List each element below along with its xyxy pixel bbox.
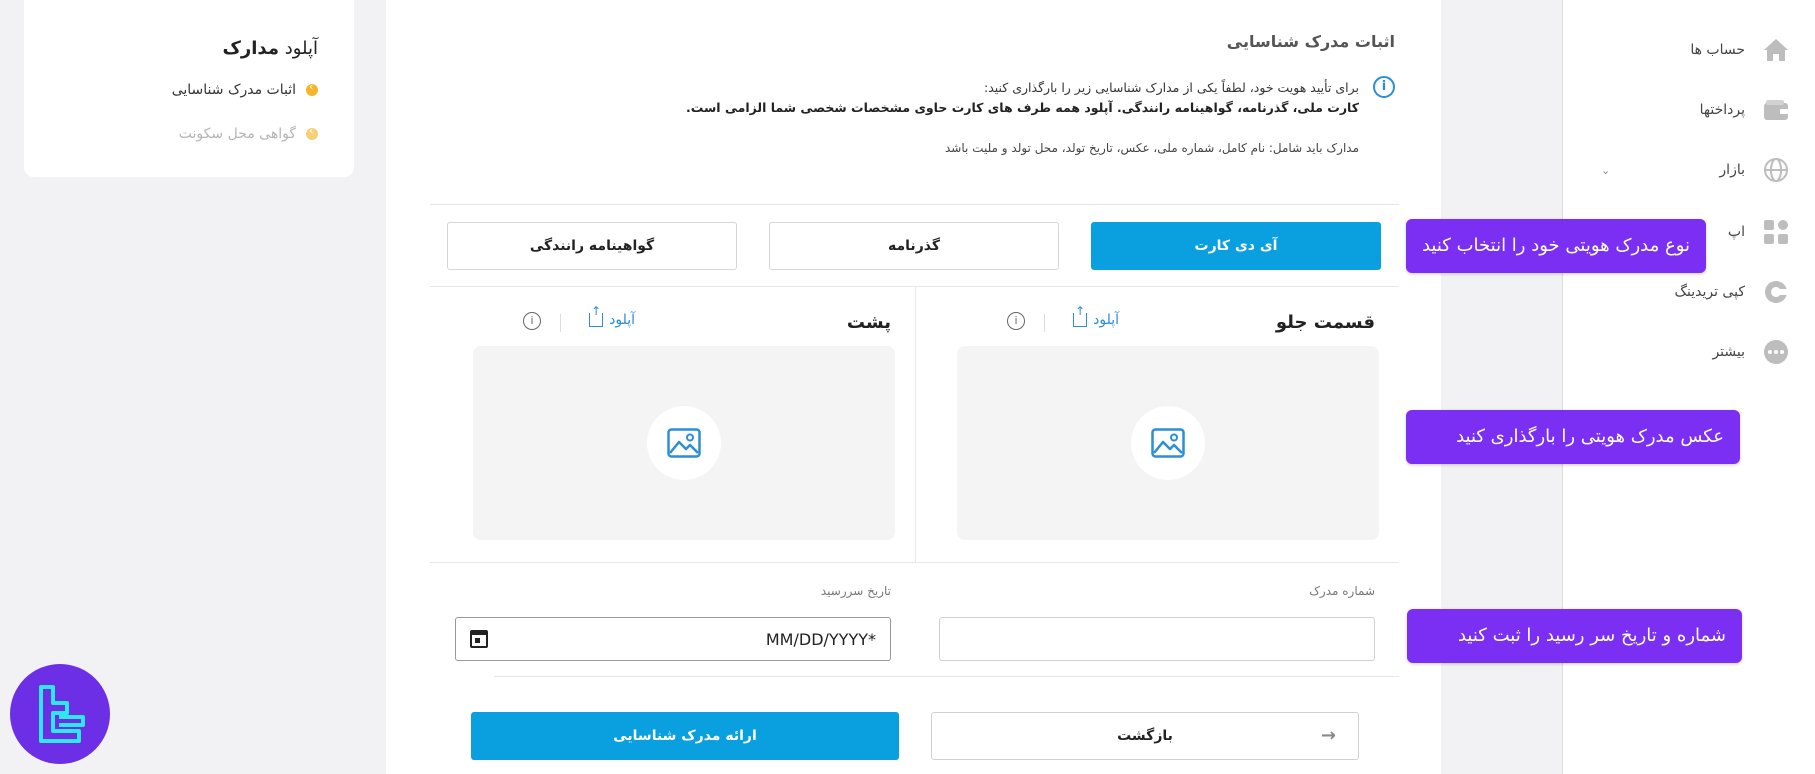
upload-label: آپلود bbox=[609, 312, 635, 328]
identity-proof-panel: اثبات مدرک شناسایی i برای تأیید هویت خود… bbox=[386, 0, 1441, 774]
doc-type-driving-license-button[interactable]: گواهینامه رانندگی bbox=[447, 222, 737, 270]
info-icon: i bbox=[1373, 76, 1395, 98]
info-text: برای تأیید هویت خود، لطفاً یکی از مدارک … bbox=[686, 78, 1359, 158]
image-placeholder bbox=[1131, 406, 1205, 480]
front-upload-link[interactable]: آپلود bbox=[1073, 304, 1119, 328]
step-identity-proof[interactable]: اثبات مدرک شناسایی bbox=[171, 80, 318, 98]
separator bbox=[560, 314, 561, 332]
upload-documents-card: آپلود مدارک اثبات مدرک شناسایی گواهی محل… bbox=[24, 0, 354, 177]
wallet-icon bbox=[1763, 97, 1789, 123]
sidebar-item-label: کپی تریدینگ bbox=[1674, 284, 1745, 300]
sidebar-item-market[interactable]: بازار ⌄ bbox=[1563, 150, 1815, 190]
step-label: گواهی محل سکونت bbox=[178, 126, 296, 142]
step-residence-proof[interactable]: گواهی محل سکونت bbox=[178, 124, 318, 142]
info-line-1: برای تأیید هویت خود، لطفاً یکی از مدارک … bbox=[983, 80, 1359, 95]
annotation-select-doc-type: نوع مدرک هویتی خود را انتخاب کنید bbox=[1406, 219, 1706, 273]
divider bbox=[494, 676, 1399, 677]
chevron-down-icon: ⌄ bbox=[1601, 163, 1611, 177]
doc-type-id-card-button[interactable]: آی دی کارت bbox=[1091, 222, 1381, 270]
submit-identity-button[interactable]: ارائه مدرک شناسایی bbox=[471, 712, 899, 760]
doc-number-label: شماره مدرک bbox=[1309, 584, 1375, 598]
page-title: اثبات مدرک شناسایی bbox=[1226, 32, 1395, 51]
back-side-title: پشت bbox=[846, 312, 891, 333]
expiry-date-label: تاریخ سررسید bbox=[820, 584, 891, 598]
sidebar-item-more[interactable]: بیشتر bbox=[1563, 332, 1815, 372]
expiry-date-placeholder: MM/DD/YYYY* bbox=[765, 629, 876, 649]
home-icon bbox=[1763, 37, 1789, 63]
sidebar-item-label: بازار bbox=[1719, 162, 1745, 178]
globe-icon bbox=[1763, 157, 1789, 183]
image-icon bbox=[1151, 428, 1185, 458]
brand-logo bbox=[10, 664, 110, 764]
sidebar-item-label: بیشتر bbox=[1712, 344, 1745, 360]
separator bbox=[1044, 314, 1045, 332]
upload-label: آپلود bbox=[1093, 312, 1119, 328]
front-help-icon[interactable]: i bbox=[1007, 312, 1025, 330]
annotation-enter-number-date: شماره و تاریخ سر رسید را ثبت کنید bbox=[1407, 609, 1742, 663]
step-active-dot-icon bbox=[306, 80, 318, 96]
sidebar-item-label: حساب ها bbox=[1690, 42, 1745, 58]
arrow-right-icon: → bbox=[1320, 725, 1336, 746]
annotation-upload-photo: عکس مدرک هویتی را بارگذاری کنید bbox=[1406, 410, 1740, 464]
back-button[interactable]: → بازگشت bbox=[931, 712, 1359, 760]
doc-number-input[interactable] bbox=[939, 617, 1375, 661]
info-line-2: کارت ملی، گذرنامه، گواهینامه رانندگی. آپ… bbox=[686, 100, 1359, 115]
column-divider bbox=[915, 286, 916, 562]
back-drop-area[interactable] bbox=[473, 346, 895, 540]
front-drop-area[interactable] bbox=[957, 346, 1379, 540]
copy-trading-icon bbox=[1763, 279, 1789, 305]
sidebar-item-copy-trading[interactable]: کپی تریدینگ bbox=[1563, 272, 1815, 312]
upload-icon bbox=[589, 304, 604, 327]
back-upload-link[interactable]: آپلود bbox=[589, 304, 635, 328]
doc-type-passport-button[interactable]: گذرنامه bbox=[769, 222, 1059, 270]
front-side-title: قسمت جلو bbox=[1275, 312, 1375, 333]
sidebar-item-label: پرداختها bbox=[1699, 102, 1745, 118]
apps-icon bbox=[1763, 219, 1789, 245]
expiry-date-input[interactable]: MM/DD/YYYY* bbox=[455, 617, 891, 661]
sidebar-item-payments[interactable]: پرداختها bbox=[1563, 90, 1815, 130]
step-pending-dot-icon bbox=[306, 124, 318, 140]
image-placeholder bbox=[647, 406, 721, 480]
logo-mark-icon bbox=[39, 685, 85, 743]
sidebar-item-accounts[interactable]: حساب ها bbox=[1563, 30, 1815, 70]
more-icon bbox=[1763, 339, 1789, 365]
back-button-label: بازگشت bbox=[1117, 728, 1173, 744]
divider bbox=[430, 562, 1399, 563]
image-icon bbox=[667, 428, 701, 458]
card-title: آپلود مدارک bbox=[222, 38, 318, 59]
info-line-3: مدارک باید شامل: نام کامل، شماره ملی، عک… bbox=[945, 141, 1359, 155]
sidebar-item-label: اپ bbox=[1727, 224, 1745, 240]
back-help-icon[interactable]: i bbox=[523, 312, 541, 330]
step-label: اثبات مدرک شناسایی bbox=[171, 82, 296, 98]
divider bbox=[430, 204, 1399, 205]
calendar-icon[interactable] bbox=[470, 630, 488, 648]
upload-icon bbox=[1073, 304, 1088, 327]
